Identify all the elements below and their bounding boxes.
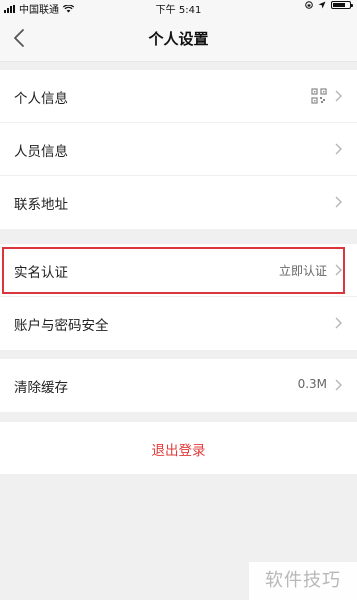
row-contact-address[interactable]: 联系地址 [0,176,357,229]
chevron-right-icon [335,264,342,276]
row-real-name-auth[interactable]: 实名认证 立即认证 [0,244,357,297]
row-label: 个人信息 [14,91,68,107]
logout-label: 退出登录 [151,443,206,459]
chevron-right-icon [335,196,342,208]
location-icon [318,1,326,9]
row-value: 0.3M [297,377,327,391]
row-label: 账户与密码安全 [14,318,109,334]
settings-group-security: 实名认证 立即认证 账户与密码安全 [0,244,357,350]
status-right [305,1,353,9]
row-label: 人员信息 [14,144,68,160]
chevron-right-icon [335,379,342,391]
status-bar: 中国联通 下午 5:41 [0,0,357,16]
settings-group-cache: 清除缓存 0.3M [0,359,357,412]
watermark: 软件技巧 [249,562,357,600]
orientation-lock-icon [305,1,313,9]
row-personal-info[interactable]: 个人信息 [0,70,357,123]
row-label: 联系地址 [14,197,68,213]
page-title: 个人设置 [148,30,209,48]
row-clear-cache[interactable]: 清除缓存 0.3M [0,359,357,412]
row-label: 清除缓存 [14,380,68,396]
nav-bar: 个人设置 [0,14,357,62]
qr-code-icon [311,88,327,104]
logout-button[interactable]: 退出登录 [0,422,357,474]
settings-group-profile: 个人信息 人员信息 联系地址 [0,70,357,229]
row-account-password-security[interactable]: 账户与密码安全 [0,297,357,350]
row-label: 实名认证 [14,265,68,281]
chevron-right-icon [335,143,342,155]
chevron-right-icon [335,90,342,102]
battery-icon [331,1,353,9]
chevron-right-icon [335,317,342,329]
row-value: 立即认证 [278,264,327,278]
row-personnel-info[interactable]: 人员信息 [0,123,357,176]
